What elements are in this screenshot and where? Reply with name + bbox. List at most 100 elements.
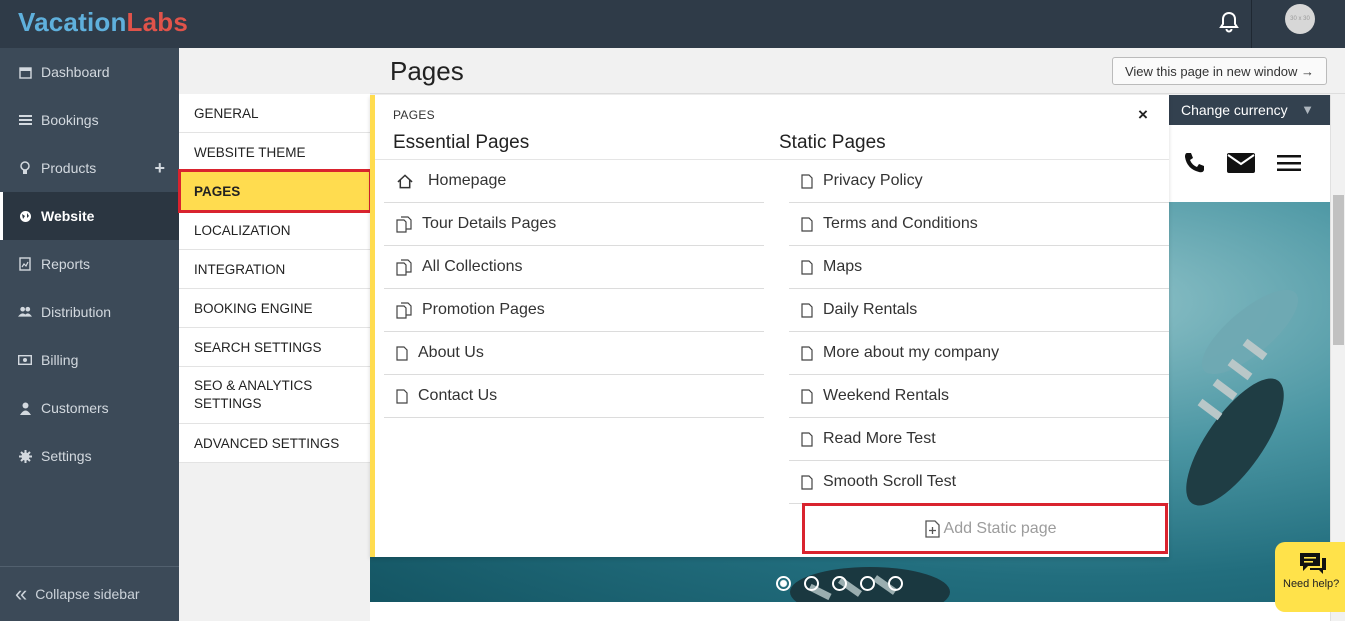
list-item[interactable]: Promotion Pages	[384, 289, 764, 332]
sidebar-item-label: Customers	[41, 400, 109, 416]
static-pages-heading: Static Pages	[779, 132, 886, 153]
list-item[interactable]: Homepage	[384, 160, 764, 203]
menu-item-website-theme[interactable]: WEBSITE THEME	[179, 133, 370, 172]
brand-logo[interactable]: VacationLabs	[18, 7, 188, 38]
essential-pages-list: Homepage Tour Details Pages All Collecti…	[384, 160, 764, 418]
preview-footer-area	[370, 602, 1330, 621]
sidebar-item-label: Products	[41, 160, 97, 176]
menu-item-booking-engine[interactable]: BOOKING ENGINE	[179, 289, 370, 328]
list-item[interactable]: All Collections	[384, 246, 764, 289]
phone-icon[interactable]	[1182, 151, 1206, 180]
bell-icon[interactable]	[1216, 9, 1242, 35]
chat-icon	[1298, 551, 1328, 580]
menu-item-advanced-settings[interactable]: ADVANCED SETTINGS	[179, 424, 370, 463]
file-icon	[801, 344, 813, 362]
page-link-homepage[interactable]: Homepage	[428, 172, 506, 190]
need-help-label: Need help?	[1283, 578, 1340, 590]
file-icon	[801, 258, 813, 276]
sidebar-item-dashboard[interactable]: Dashboard	[0, 48, 179, 96]
users-icon	[18, 305, 32, 319]
list-item[interactable]: Contact Us	[384, 375, 764, 418]
list-item[interactable]: Terms and Conditions	[789, 203, 1169, 246]
page-link-all-collections[interactable]: All Collections	[422, 258, 522, 276]
page-link-promotion-pages[interactable]: Promotion Pages	[422, 301, 545, 319]
page-link-read-more-test[interactable]: Read More Test	[823, 430, 936, 448]
money-icon	[18, 353, 32, 367]
sidebar-item-label: Billing	[41, 352, 79, 368]
brand-logo-part1: Vacation	[18, 7, 127, 37]
file-icon	[801, 430, 813, 448]
menu-item-integration[interactable]: INTEGRATION	[179, 250, 370, 289]
slider-dot[interactable]	[860, 576, 875, 591]
slider-dot[interactable]	[804, 576, 819, 591]
sidebar-item-products[interactable]: Products +	[0, 144, 179, 192]
file-icon	[801, 172, 813, 190]
hamburger-menu-icon[interactable]	[1277, 155, 1301, 176]
main-header: Pages View this page in new window →	[370, 48, 1345, 94]
sidebar-item-bookings[interactable]: Bookings	[0, 96, 179, 144]
page-link-maps[interactable]: Maps	[823, 258, 862, 276]
page-link-contact-us[interactable]: Contact Us	[418, 387, 497, 405]
website-settings-menu: GENERAL WEBSITE THEME PAGES LOCALIZATION…	[179, 48, 370, 621]
slider-dot[interactable]	[776, 576, 791, 591]
page-link-more-about[interactable]: More about my company	[823, 344, 999, 362]
sidebar: Dashboard Bookings Products + Website Re…	[0, 48, 179, 621]
top-bar: VacationLabs 30 x 30	[0, 0, 1345, 48]
copy-icon	[396, 301, 412, 319]
menu-item-general[interactable]: GENERAL	[179, 94, 370, 133]
list-icon	[18, 113, 32, 127]
close-icon[interactable]: ×	[1138, 105, 1148, 125]
sidebar-item-reports[interactable]: Reports	[0, 240, 179, 288]
list-item[interactable]: About Us	[384, 332, 764, 375]
sidebar-item-label: Bookings	[41, 112, 99, 128]
static-pages-list: Privacy Policy Terms and Conditions Maps…	[789, 160, 1169, 504]
highlight-pages-menu	[178, 169, 372, 213]
list-item[interactable]: Weekend Rentals	[789, 375, 1169, 418]
page-link-tour-details[interactable]: Tour Details Pages	[422, 215, 556, 233]
page-link-weekend-rentals[interactable]: Weekend Rentals	[823, 387, 949, 405]
topbar-divider	[1251, 0, 1252, 48]
collapse-sidebar-label: Collapse sidebar	[35, 586, 140, 602]
mail-icon[interactable]	[1227, 153, 1255, 178]
page-link-terms[interactable]: Terms and Conditions	[823, 215, 978, 233]
menu-item-search-settings[interactable]: SEARCH SETTINGS	[179, 328, 370, 367]
sidebar-item-website[interactable]: Website	[0, 192, 179, 240]
sidebar-item-distribution[interactable]: Distribution	[0, 288, 179, 336]
list-item[interactable]: More about my company	[789, 332, 1169, 375]
sidebar-item-settings[interactable]: Settings	[0, 432, 179, 480]
list-item[interactable]: Maps	[789, 246, 1169, 289]
file-icon	[801, 215, 813, 233]
change-currency-dropdown[interactable]: Change currency ▼	[1168, 95, 1330, 125]
menu-item-localization[interactable]: LOCALIZATION	[179, 211, 370, 250]
double-chevron-left-icon: «	[15, 581, 28, 606]
sidebar-item-customers[interactable]: Customers	[0, 384, 179, 432]
add-product-button[interactable]: +	[154, 158, 165, 179]
sidebar-item-label: Website	[41, 208, 95, 224]
view-in-new-window-button[interactable]: View this page in new window →	[1112, 57, 1327, 85]
need-help-widget[interactable]: Need help?	[1275, 542, 1345, 612]
list-item[interactable]: Read More Test	[789, 418, 1169, 461]
highlight-add-static-page	[802, 503, 1168, 554]
preview-nav-icons	[1168, 125, 1330, 202]
scrollbar-thumb[interactable]	[1333, 195, 1344, 345]
slider-dot[interactable]	[888, 576, 903, 591]
copy-icon	[396, 215, 412, 233]
calendar-icon	[18, 65, 32, 79]
page-link-privacy-policy[interactable]: Privacy Policy	[823, 172, 923, 190]
list-item[interactable]: Daily Rentals	[789, 289, 1169, 332]
slider-dot[interactable]	[832, 576, 847, 591]
home-icon	[397, 172, 413, 190]
collapse-sidebar-button[interactable]: « Collapse sidebar	[0, 566, 179, 621]
sidebar-item-label: Distribution	[41, 304, 112, 320]
file-icon	[801, 301, 813, 319]
page-link-daily-rentals[interactable]: Daily Rentals	[823, 301, 917, 319]
avatar[interactable]: 30 x 30	[1285, 4, 1315, 34]
list-item[interactable]: Privacy Policy	[789, 160, 1169, 203]
page-link-about-us[interactable]: About Us	[418, 344, 484, 362]
list-item[interactable]: Tour Details Pages	[384, 203, 764, 246]
page-link-smooth-scroll-test[interactable]: Smooth Scroll Test	[823, 473, 956, 491]
file-icon	[801, 387, 813, 405]
menu-item-seo-analytics[interactable]: SEO & ANALYTICS SETTINGS	[179, 367, 370, 424]
list-item[interactable]: Smooth Scroll Test	[789, 461, 1169, 504]
sidebar-item-billing[interactable]: Billing	[0, 336, 179, 384]
